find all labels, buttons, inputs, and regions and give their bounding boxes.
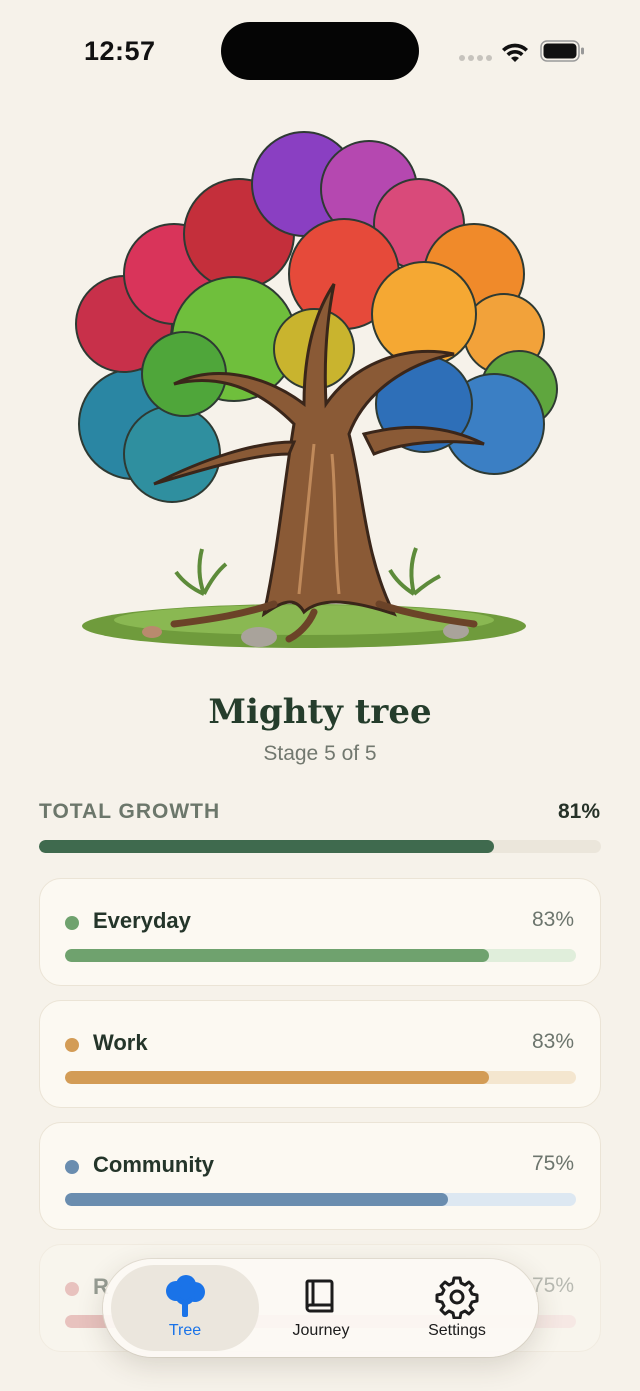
tab-journey[interactable]: Journey xyxy=(251,1259,391,1357)
tree-screen: 12:57 Mighty tree Stage 5 of 5 TOTAL GRO… xyxy=(0,0,640,1391)
cellular-signal-icon xyxy=(459,55,492,61)
category-color-dot xyxy=(65,1282,79,1296)
category-progress-bar xyxy=(65,1071,576,1084)
tab-tree[interactable]: Tree xyxy=(115,1259,255,1357)
book-icon xyxy=(305,1279,334,1313)
wifi-icon xyxy=(502,43,528,62)
category-card-everyday[interactable]: Everyday 83% xyxy=(39,878,601,986)
category-name: Community xyxy=(93,1152,214,1177)
category-card-community[interactable]: Community 75% xyxy=(39,1122,601,1230)
category-color-dot xyxy=(65,916,79,930)
category-card-work[interactable]: Work 83% xyxy=(39,1000,601,1108)
category-progress-bar xyxy=(65,949,576,962)
category-percent: 75% xyxy=(531,1152,574,1175)
category-progress-fill xyxy=(65,1071,490,1084)
category-color-dot xyxy=(65,1160,79,1174)
category-name: Work xyxy=(93,1030,148,1055)
tab-settings[interactable]: Settings xyxy=(387,1259,527,1357)
category-progress-fill xyxy=(65,1193,449,1206)
rainbow-tree-illustration xyxy=(75,131,558,648)
category-percent: 83% xyxy=(531,1030,574,1053)
battery-icon xyxy=(540,40,584,62)
stage-subtitle: Stage 5 of 5 xyxy=(263,742,377,765)
tab-bar: Tree Journey Settings xyxy=(103,1259,538,1357)
category-name: Everyday xyxy=(93,908,191,933)
tab-label: Journey xyxy=(292,1322,350,1339)
category-progress-fill xyxy=(65,949,490,962)
tree-icon xyxy=(166,1275,205,1317)
status-time: 12:57 xyxy=(84,36,156,66)
gear-icon xyxy=(435,1276,479,1319)
category-color-dot xyxy=(65,1038,79,1052)
total-growth-progress-bar xyxy=(39,840,601,853)
category-percent: 83% xyxy=(531,908,574,931)
stage-title: Mighty tree xyxy=(208,692,432,732)
tab-label: Settings xyxy=(428,1322,486,1339)
total-growth-progress-fill xyxy=(39,840,495,853)
category-progress-bar xyxy=(65,1193,576,1206)
total-growth-value: 81% xyxy=(557,800,600,823)
tab-label: Tree xyxy=(168,1322,202,1339)
category-percent: 75% xyxy=(531,1274,574,1297)
dynamic-island xyxy=(221,22,419,80)
total-growth-label: TOTAL GROWTH xyxy=(39,800,221,823)
